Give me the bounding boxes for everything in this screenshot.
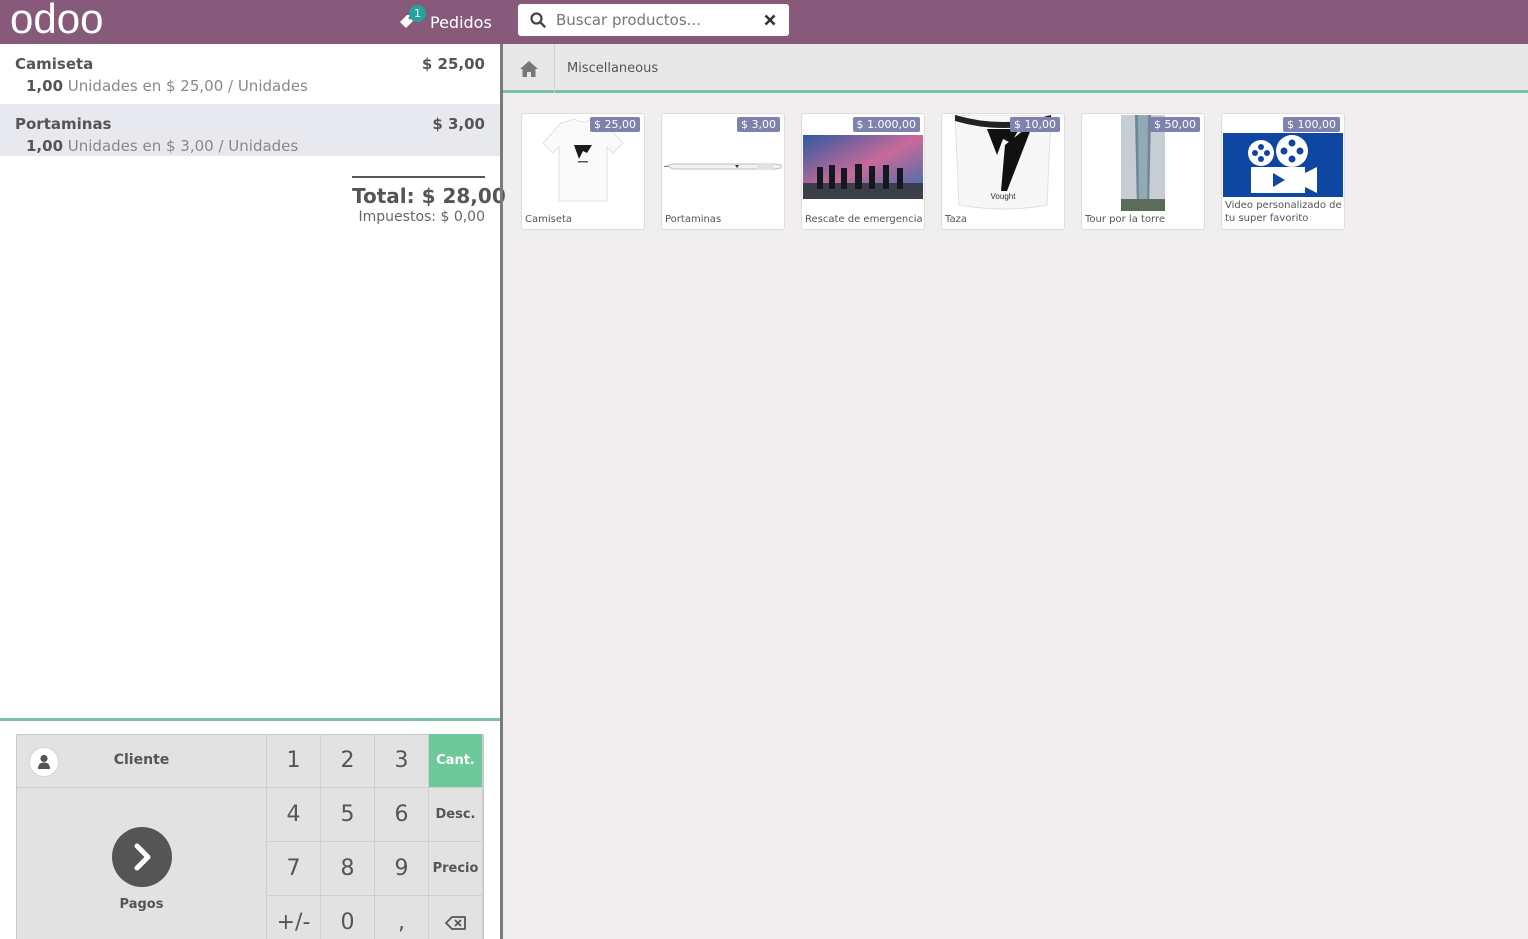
- orders-label: Pedidos: [430, 12, 492, 32]
- product-name: Camiseta: [525, 214, 573, 225]
- control-panel: Cliente Pagos 1 2 3 Cant. 4 5 6 Desc. 7 …: [0, 718, 500, 939]
- order-summary: Total: $ 28,00 Impuestos: $ 0,00: [352, 176, 506, 225]
- product-name: Rescate de emergencia: [805, 214, 923, 225]
- orders-count-badge: 1: [409, 5, 426, 22]
- order-line-price: $ 3,00: [432, 115, 485, 133]
- order-line-info: 1,00 Unidades en $ 25,00 / Unidades: [26, 77, 308, 95]
- order-line-name: Camiseta: [15, 55, 94, 73]
- payment-label: Pagos: [119, 897, 164, 912]
- product-card[interactable]: Vought $ 10,00 Taza: [941, 113, 1065, 230]
- backspace-key[interactable]: [429, 896, 483, 939]
- search-input[interactable]: [556, 11, 756, 29]
- order-line-info: 1,00 Unidades en $ 3,00 / Unidades: [26, 137, 298, 155]
- numpad-key-7[interactable]: 7: [267, 842, 321, 896]
- product-name: Tour por la torre: [1085, 214, 1166, 225]
- svg-text:odoo: odoo: [10, 2, 103, 40]
- numpad-key-9[interactable]: 9: [375, 842, 429, 896]
- product-card[interactable]: $ 1.000,00 Rescate de emergencia: [801, 113, 925, 230]
- search-icon: [530, 12, 546, 28]
- product-price-tag: $ 25,00: [590, 117, 640, 132]
- order-line-unit-info: Unidades en $ 3,00 / Unidades: [63, 137, 299, 155]
- order-total: Total: $ 28,00: [352, 184, 506, 208]
- order-taxes: Impuestos: $ 0,00: [358, 209, 485, 225]
- numpad-key-3[interactable]: 3: [375, 734, 429, 788]
- orders-button[interactable]: 1 Pedidos: [398, 5, 492, 36]
- order-line-name: Portaminas: [15, 115, 112, 133]
- numpad-key-comma[interactable]: ,: [375, 896, 429, 939]
- svg-text:Vought: Vought: [991, 192, 1017, 201]
- order-line-qty: 1,00: [26, 77, 64, 95]
- product-price-tag: $ 1.000,00: [852, 117, 920, 132]
- product-name: Portaminas: [665, 214, 722, 225]
- product-name: Video personalizado de tu super favorito: [1225, 200, 1342, 224]
- product-price-tag: $ 100,00: [1283, 117, 1340, 132]
- order-line-qty: 1,00: [26, 137, 64, 155]
- product-card[interactable]: $ 100,00 Video personalizado de tu super…: [1221, 113, 1345, 230]
- numpad-key-5[interactable]: 5: [321, 788, 375, 842]
- payment-button[interactable]: Pagos: [16, 788, 267, 939]
- product-price-tag: $ 10,00: [1010, 117, 1060, 132]
- numpad-key-plus-minus[interactable]: +/-: [267, 896, 321, 939]
- mode-price-button[interactable]: Precio: [429, 842, 483, 896]
- client-button[interactable]: Cliente: [16, 734, 267, 788]
- numpad-key-2[interactable]: 2: [321, 734, 375, 788]
- product-price-tag: $ 3,00: [737, 117, 780, 132]
- order-line-price: $ 25,00: [421, 55, 485, 73]
- clear-search-icon[interactable]: [762, 12, 778, 28]
- mode-discount-button[interactable]: Desc.: [429, 788, 483, 842]
- order-line-unit-info: Unidades en $ 25,00 / Unidades: [63, 77, 308, 95]
- numpad-key-1[interactable]: 1: [267, 734, 321, 788]
- chevron-right-icon: [112, 827, 172, 887]
- pane-divider: [500, 44, 503, 939]
- client-label: Cliente: [113, 752, 170, 768]
- order-line-selected[interactable]: Portaminas $ 3,00 1,00 Unidades en $ 3,0…: [0, 104, 500, 156]
- home-category-button[interactable]: [503, 44, 555, 93]
- category-breadcrumb: Miscellaneous: [503, 44, 1528, 93]
- numpad-key-8[interactable]: 8: [321, 842, 375, 896]
- home-icon: [519, 60, 538, 77]
- product-card[interactable]: $ 3,00 Portaminas: [661, 113, 785, 230]
- mode-quantity-button[interactable]: Cant.: [429, 734, 483, 788]
- odoo-logo: odoo: [10, 2, 103, 40]
- product-search-box: [518, 4, 789, 36]
- product-name: Taza: [945, 214, 967, 225]
- numpad-key-0[interactable]: 0: [321, 896, 375, 939]
- product-card[interactable]: $ 50,00 Tour por la torre: [1081, 113, 1205, 230]
- numpad-key-6[interactable]: 6: [375, 788, 429, 842]
- top-header: odoo 1 Pedidos: [0, 0, 1528, 44]
- tag-icon: 1: [398, 5, 426, 31]
- numpad-key-4[interactable]: 4: [267, 788, 321, 842]
- order-line[interactable]: Camiseta $ 25,00 1,00 Unidades en $ 25,0…: [0, 44, 500, 96]
- product-price-tag: $ 50,00: [1150, 117, 1200, 132]
- product-card[interactable]: $ 25,00 Camiseta: [521, 113, 645, 230]
- backspace-icon: [444, 915, 466, 930]
- breadcrumb-category[interactable]: Miscellaneous: [567, 61, 658, 76]
